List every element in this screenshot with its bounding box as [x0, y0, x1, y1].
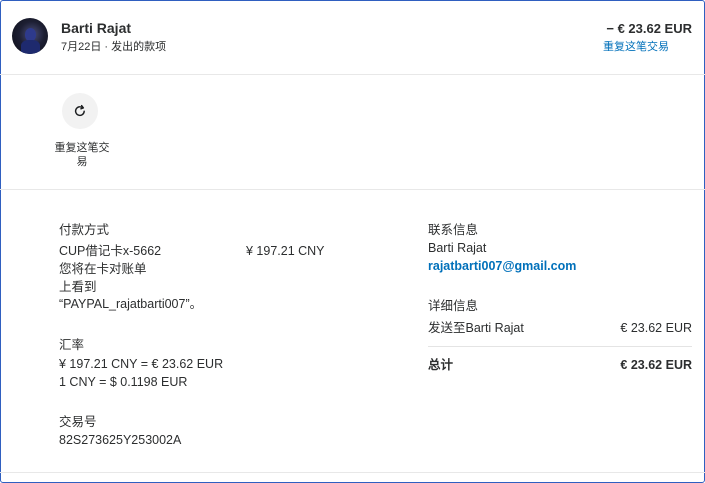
payment-method-amount: ¥ 197.21 CNY	[246, 244, 325, 258]
avatar	[12, 18, 48, 54]
details-divider	[428, 346, 692, 347]
transaction-amount: − € 23.62 EUR	[606, 21, 692, 36]
avatar-figure-body	[21, 40, 40, 54]
contact-email-link[interactable]: rajatbarti007@gmail.com	[428, 258, 576, 275]
exchange-rate-title: 汇率	[59, 338, 85, 352]
exchange-rate-line-2: 1 CNY = $ 0.1198 EUR	[59, 375, 188, 389]
actions-bar: 重复这笔交易	[0, 75, 705, 190]
contact-name: Barti Rajat	[428, 241, 487, 255]
total-label: 总计	[428, 358, 454, 372]
contact-info-title: 联系信息	[428, 223, 479, 237]
transaction-subtitle: 7月22日 · 发出的款项	[61, 41, 167, 53]
transaction-id-title: 交易号	[59, 415, 97, 429]
repeat-button-label: 重复这笔交易	[54, 142, 110, 168]
statement-note-line-2: 上看到	[59, 280, 97, 294]
payment-method: CUP借记卡x-5662	[59, 244, 162, 258]
repeat-transaction-link[interactable]: 重复这笔交易	[603, 38, 669, 54]
bottom-divider	[0, 472, 705, 473]
total-amount: € 23.62 EUR	[620, 358, 692, 372]
repeat-button[interactable]	[62, 93, 98, 129]
payee-name: Barti Rajat	[61, 20, 132, 36]
statement-note-line-1: 您将在卡对账单	[59, 262, 147, 276]
details-title: 详细信息	[428, 299, 479, 313]
payment-method-title: 付款方式	[59, 223, 110, 237]
transaction-id: 82S273625Y253002A	[59, 433, 182, 447]
refresh-icon	[74, 104, 85, 117]
sent-to-amount: € 23.62 EUR	[620, 321, 692, 335]
sent-to-label: 发送至Barti Rajat	[428, 321, 524, 335]
transaction-header: Barti Rajat 7月22日 · 发出的款项 − € 23.62 EUR …	[0, 0, 705, 75]
exchange-rate-line-1: ¥ 197.21 CNY = € 23.62 EUR	[59, 357, 224, 371]
statement-note-line-3: “PAYPAL_rajatbarti007”。	[59, 297, 203, 311]
